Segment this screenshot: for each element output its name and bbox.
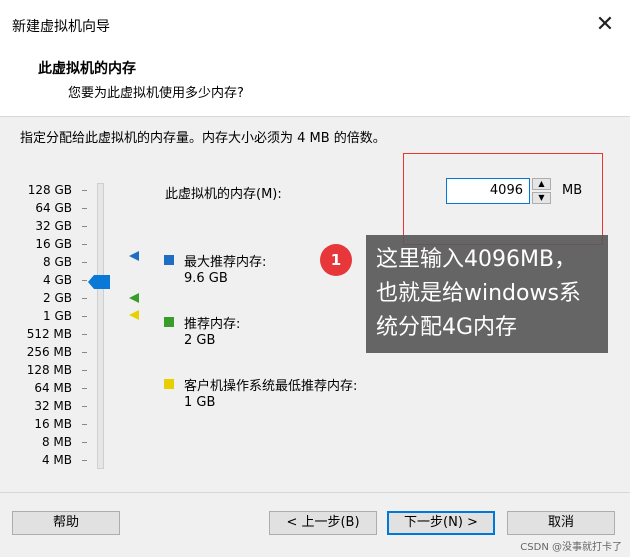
scale-label: 256 MB <box>26 345 72 359</box>
min-legend-value: 1 GB <box>184 395 216 410</box>
recommended-legend-value: 2 GB <box>184 333 216 348</box>
scale-label: 16 GB <box>35 237 72 251</box>
scale-tick <box>82 226 87 227</box>
max-recommended-marker-icon <box>129 251 139 261</box>
annotation-badge: 1 <box>320 244 352 276</box>
memory-label: 此虚拟机的内存(M): <box>165 187 282 202</box>
scale-label: 1 GB <box>43 309 72 323</box>
next-button[interactable]: 下一步(N) > <box>387 511 495 535</box>
scale-label: 8 GB <box>43 255 72 269</box>
watermark: CSDN @没事就打卡了 <box>520 542 622 553</box>
close-icon[interactable]: ✕ <box>590 10 620 40</box>
cancel-button[interactable]: 取消 <box>507 511 615 535</box>
scale-tick <box>82 280 87 281</box>
highlight-box <box>403 153 603 245</box>
instruction-text: 指定分配给此虚拟机的内存量。内存大小必须为 4 MB 的倍数。 <box>20 131 386 146</box>
scale-tick <box>82 208 87 209</box>
max-legend-title: 最大推荐内存: <box>184 255 267 270</box>
scale-label: 64 GB <box>35 201 72 215</box>
window-title: 新建虚拟机向导 <box>12 19 110 35</box>
min-recommended-marker-icon <box>129 310 139 320</box>
scale-tick <box>82 190 87 191</box>
page-subtitle: 您要为此虚拟机使用多少内存? <box>68 86 244 101</box>
annotation-callout: 这里输入4096MB，也就是给windows系统分配4G内存 <box>366 235 608 353</box>
memory-slider-thumb[interactable] <box>88 275 110 289</box>
recommended-legend-title: 推荐内存: <box>184 317 241 332</box>
max-legend-square <box>164 255 174 265</box>
scale-tick <box>82 406 87 407</box>
scale-tick <box>82 298 87 299</box>
page-title: 此虚拟机的内存 <box>38 61 136 77</box>
scale-tick <box>82 442 87 443</box>
scale-tick <box>82 262 87 263</box>
scale-tick <box>82 316 87 317</box>
scale-tick <box>82 424 87 425</box>
scale-label: 4 GB <box>43 273 72 287</box>
scale-label: 64 MB <box>34 381 72 395</box>
scale-tick <box>82 244 87 245</box>
scale-label: 32 GB <box>35 219 72 233</box>
scale-label: 16 MB <box>34 417 72 431</box>
min-legend-title: 客户机操作系统最低推荐内存: <box>184 379 358 394</box>
scale-tick <box>82 370 87 371</box>
help-button[interactable]: 帮助 <box>12 511 120 535</box>
scale-tick <box>82 460 87 461</box>
wizard-header: 此虚拟机的内存 您要为此虚拟机使用多少内存? <box>0 48 630 117</box>
scale-label: 128 MB <box>26 363 72 377</box>
scale-label: 8 MB <box>41 435 72 449</box>
recommended-marker-icon <box>129 293 139 303</box>
wizard-footer: 帮助 < 上一步(B) 下一步(N) > 取消 CSDN @没事就打卡了 <box>0 492 630 557</box>
scale-tick <box>82 388 87 389</box>
scale-label: 4 MB <box>41 453 72 467</box>
min-legend-square <box>164 379 174 389</box>
recommended-legend-square <box>164 317 174 327</box>
scale-tick <box>82 334 87 335</box>
memory-slider-track[interactable] <box>97 183 104 469</box>
scale-label: 512 MB <box>26 327 72 341</box>
scale-tick <box>82 352 87 353</box>
title-bar: 新建虚拟机向导 ✕ <box>0 0 630 48</box>
wizard-content: 指定分配给此虚拟机的内存量。内存大小必须为 4 MB 的倍数。 128 GB 6… <box>0 117 630 492</box>
scale-label: 128 GB <box>27 183 72 197</box>
scale-label: 2 GB <box>43 291 72 305</box>
max-legend-value: 9.6 GB <box>184 271 228 286</box>
back-button[interactable]: < 上一步(B) <box>269 511 377 535</box>
scale-label: 32 MB <box>34 399 72 413</box>
